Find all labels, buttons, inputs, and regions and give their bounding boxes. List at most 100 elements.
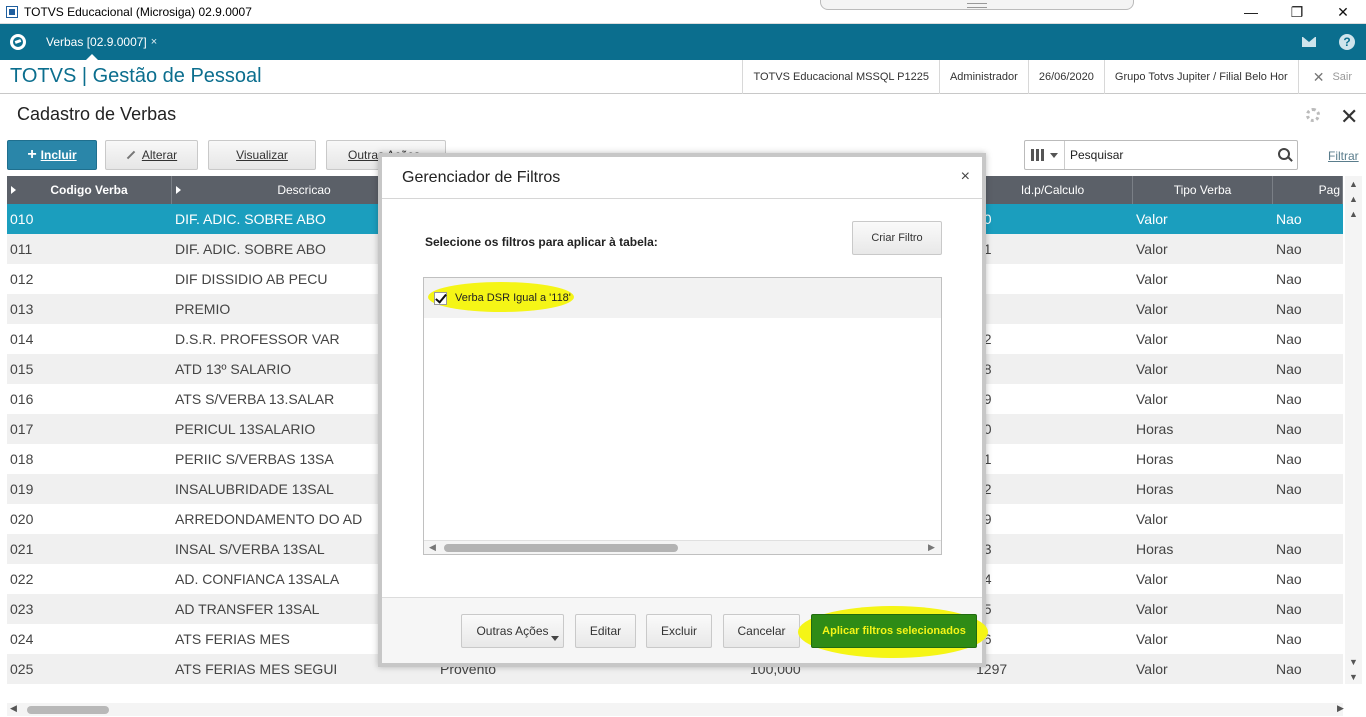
table-cell: Valor — [1136, 301, 1168, 317]
scroll-up-icon: ▲ — [1349, 208, 1358, 219]
tab-label: Verbas [02.9.0007] — [46, 35, 147, 49]
vertical-scrollbar[interactable]: ▲ ▲ ▲ ▼ ▼ — [1345, 176, 1362, 684]
table-cell: 014 — [10, 331, 34, 347]
table-cell: Nao — [1276, 481, 1302, 497]
edit-filter-button[interactable]: Editar — [575, 614, 636, 648]
table-cell: Valor — [1136, 511, 1168, 527]
table-cell: 50 — [973, 204, 1133, 234]
table-cell: 018 — [10, 451, 34, 467]
dialog-footer: Outras Ações Editar Excluir Cancelar Apl… — [382, 597, 988, 663]
column-header[interactable]: Pag — [1273, 176, 1343, 204]
table-cell: Horas — [1136, 451, 1174, 467]
exit-button[interactable]: ✕ Sair — [1297, 60, 1366, 94]
horizontal-scrollbar[interactable]: ◀ ▶ — [7, 703, 1344, 716]
column-header[interactable]: Tipo Verba — [1133, 176, 1273, 204]
scroll-top-icon: ▲ — [1349, 178, 1358, 189]
app-bar: Verbas [02.9.0007] × ? — [0, 24, 1366, 60]
table-cell: 1297 — [976, 661, 1008, 677]
scroll-down-icon: ▼ — [1349, 656, 1358, 667]
scroll-thumb — [444, 544, 678, 552]
table-cell: Horas — [1136, 541, 1174, 557]
table-cell: 025 — [10, 661, 34, 677]
table-cell: 010 — [10, 211, 34, 227]
app-window-icon — [6, 5, 18, 18]
minimize-button[interactable]: — — [1228, 0, 1274, 24]
table-cell: 96 — [973, 624, 1133, 654]
filter-item-label: Verba DSR Igual a '118' — [455, 292, 571, 304]
create-filter-button[interactable]: Criar Filtro — [852, 221, 942, 255]
date-label: 26/06/2020 — [1027, 60, 1104, 94]
search-box: Pesquisar — [1024, 140, 1298, 170]
scroll-thumb — [27, 706, 109, 714]
edit-button[interactable]: Alterar — [105, 140, 198, 170]
columns-selector-icon[interactable] — [1025, 141, 1065, 169]
table-cell: 29 — [973, 504, 1133, 534]
table-cell: Valor — [1136, 601, 1168, 617]
scroll-right-icon: ▶ — [1337, 703, 1344, 713]
environment-label: TOTVS Educacional MSSQL P1225 — [742, 60, 938, 94]
module-header: TOTVS | Gestão de Pessoal TOTVS Educacio… — [0, 60, 1366, 94]
table-cell: Nao — [1276, 241, 1302, 257]
table-cell: Valor — [1136, 631, 1168, 647]
include-button[interactable]: + Incluir — [7, 140, 97, 170]
table-cell: Nao — [1276, 421, 1302, 437]
table-cell: Valor — [1136, 271, 1168, 287]
search-icon[interactable] — [1273, 141, 1297, 169]
table-cell: Nao — [1276, 211, 1302, 227]
table-cell: Nao — [1276, 661, 1302, 677]
table-cell — [973, 294, 1133, 324]
table-cell: 51 — [973, 234, 1133, 264]
table-cell: 91 — [973, 444, 1133, 474]
window-controls: — ❐ ✕ — [1228, 0, 1366, 24]
tab-close-icon[interactable]: × — [151, 36, 157, 48]
help-icon[interactable]: ? — [1328, 24, 1366, 60]
tab-verbas[interactable]: Verbas [02.9.0007] × — [38, 24, 165, 60]
filter-list: Verba DSR Igual a '118' ◀ ▶ — [423, 277, 942, 555]
search-input[interactable]: Pesquisar — [1065, 148, 1273, 162]
restore-button[interactable]: ❐ — [1274, 0, 1320, 24]
scroll-right-icon: ▶ — [928, 542, 935, 552]
column-header[interactable]: Codigo Verba — [7, 176, 172, 204]
filter-item[interactable]: Verba DSR Igual a '118' — [424, 278, 941, 318]
dialog-close-icon[interactable]: × — [961, 168, 970, 186]
page-close-icon[interactable]: ✕ — [1340, 104, 1358, 130]
table-cell — [973, 264, 1133, 294]
module-title: TOTVS | Gestão de Pessoal — [10, 65, 262, 87]
table-cell: Horas — [1136, 421, 1174, 437]
table-cell: Nao — [1276, 331, 1302, 347]
dialog-title: Gerenciador de Filtros — [402, 168, 561, 186]
pencil-icon — [126, 150, 136, 160]
totvs-logo-icon[interactable] — [0, 24, 36, 60]
delete-filter-button[interactable]: Excluir — [646, 614, 712, 648]
table-cell: 88 — [973, 354, 1133, 384]
view-button[interactable]: Visualizar — [208, 140, 316, 170]
table-cell: 93 — [973, 534, 1133, 564]
table-cell: 016 — [10, 391, 34, 407]
table-cell: 021 — [10, 541, 34, 557]
scroll-left-icon: ◀ — [429, 542, 436, 552]
window-close-button[interactable]: ✕ — [1320, 0, 1366, 24]
user-label: Administrador — [938, 60, 1028, 94]
table-cell: 011 — [10, 241, 33, 257]
other-actions-button[interactable]: Outras Ações — [461, 614, 564, 648]
table-cell: 94 — [973, 564, 1133, 594]
window-drag-handle[interactable] — [820, 0, 1134, 10]
table-cell: Nao — [1276, 361, 1302, 377]
column-header[interactable]: Id.p/Calculo — [973, 176, 1133, 204]
table-cell: 90 — [973, 414, 1133, 444]
gear-icon[interactable] — [1306, 108, 1320, 122]
plus-icon: + — [27, 146, 37, 163]
filter-checkbox[interactable] — [434, 291, 447, 305]
table-cell: 024 — [10, 631, 34, 647]
table-cell: Valor — [1136, 361, 1168, 377]
filter-link[interactable]: Filtrar — [1328, 149, 1359, 163]
table-cell: Valor — [1136, 211, 1168, 227]
window-title: TOTVS Educacional (Microsiga) 02.9.0007 — [24, 4, 252, 19]
apply-filters-button[interactable]: Aplicar filtros selecionados — [811, 614, 977, 648]
table-cell: 023 — [10, 601, 34, 617]
page-title: Cadastro de Verbas — [17, 104, 177, 124]
table-cell: Horas — [1136, 481, 1174, 497]
cancel-button[interactable]: Cancelar — [723, 614, 800, 648]
filter-list-scrollbar[interactable]: ◀ ▶ — [424, 540, 941, 554]
mail-icon[interactable] — [1290, 24, 1328, 60]
